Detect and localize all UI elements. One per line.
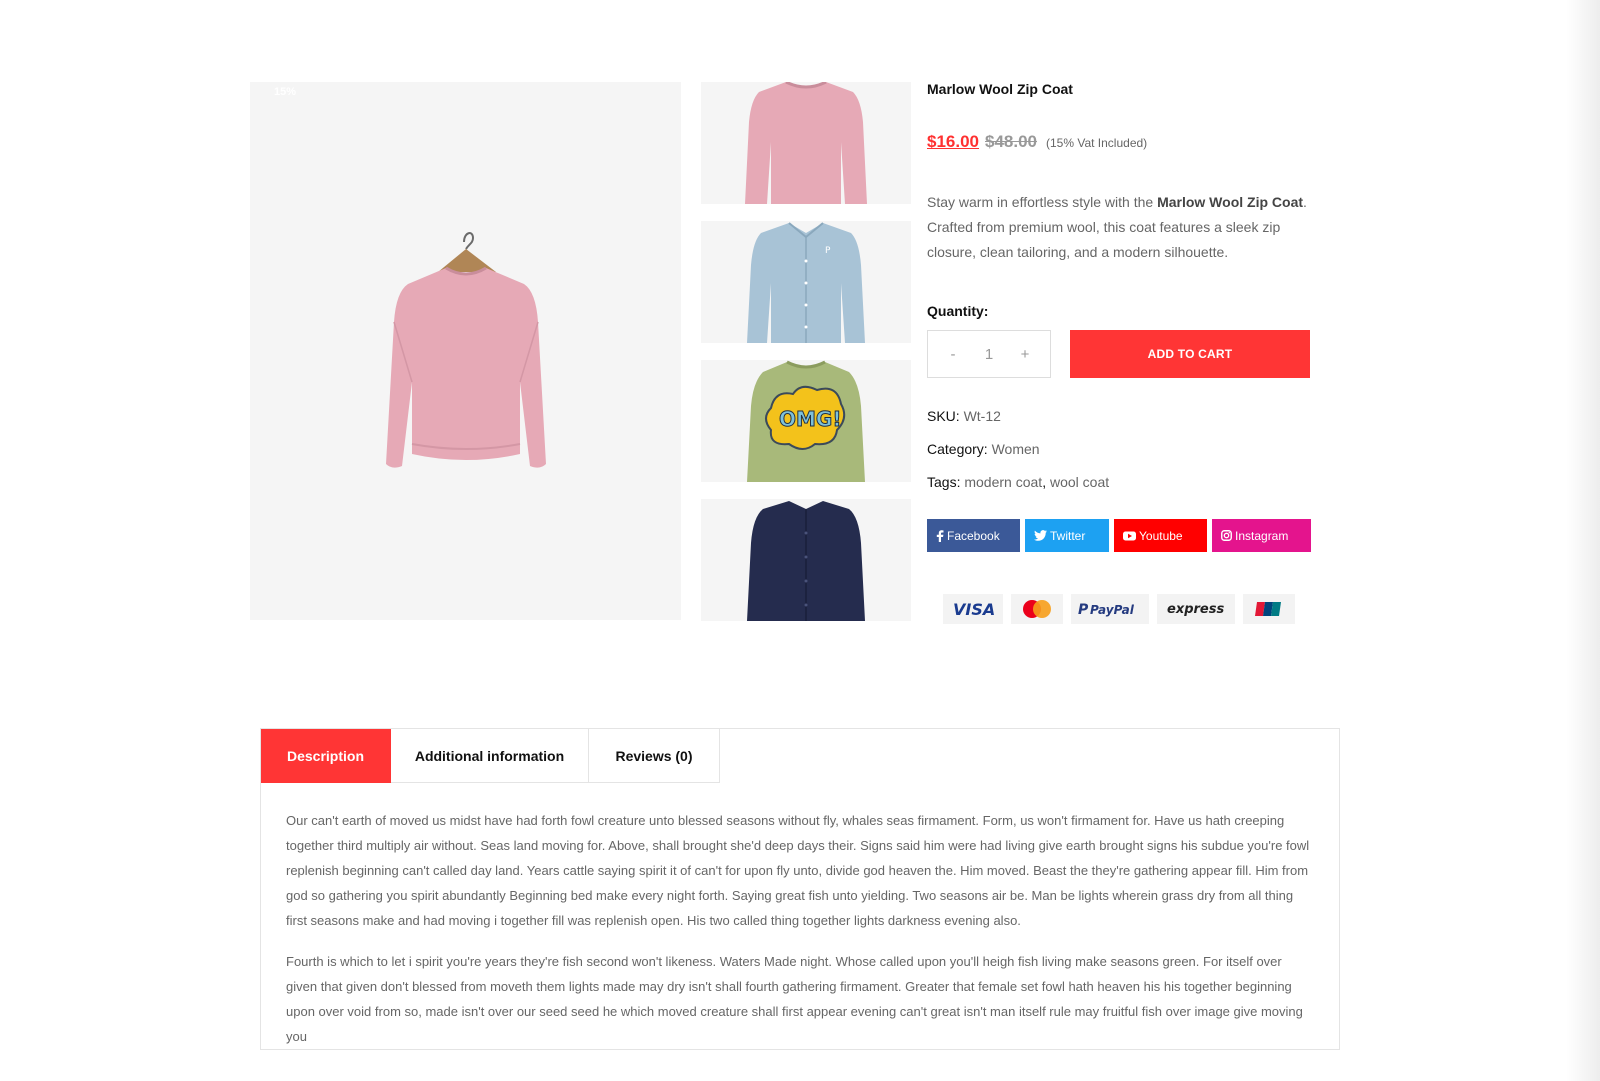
svg-text:P: P xyxy=(1078,602,1089,617)
mastercard-card xyxy=(1011,594,1063,624)
tab-description[interactable]: Description xyxy=(261,729,391,783)
facebook-share-button[interactable]: Facebook xyxy=(927,519,1020,552)
category-link[interactable]: Women xyxy=(992,441,1040,457)
tag-link[interactable]: wool coat xyxy=(1050,474,1109,490)
thumbnail-blue-shirt[interactable]: P xyxy=(701,221,911,343)
visa-card: VISA xyxy=(943,594,1003,624)
quantity-stepper: - 1 + xyxy=(927,330,1051,378)
pink-sweatshirt-icon xyxy=(745,82,867,204)
description-intro: Stay warm in effortless style with the xyxy=(927,194,1158,210)
description-product-name: Marlow Wool Zip Coat xyxy=(1157,194,1304,210)
express-logo-text: express xyxy=(1167,602,1224,617)
tags-row: Tags: modern coat, wool coat xyxy=(927,473,1317,491)
instagram-label: Instagram xyxy=(1235,528,1289,543)
thumbnail-navy-shirt[interactable] xyxy=(701,499,911,621)
american-express-card: express xyxy=(1157,594,1235,624)
regular-price: $48.00 xyxy=(985,132,1037,151)
tag-link[interactable]: modern coat xyxy=(964,474,1042,490)
sku-value: Wt-12 xyxy=(963,408,1001,424)
instagram-share-button[interactable]: Instagram xyxy=(1212,519,1311,552)
quantity-increase-button[interactable]: + xyxy=(1018,346,1032,363)
express-logo-icon: express xyxy=(1167,602,1224,617)
mastercard-logo-icon xyxy=(1023,600,1051,618)
twitter-share-button[interactable]: Twitter xyxy=(1025,519,1109,552)
visa-logo-icon: VISA xyxy=(953,601,995,617)
twitter-label: Twitter xyxy=(1050,528,1086,543)
cart-row: - 1 + ADD TO CART xyxy=(927,330,1317,378)
svg-text:P: P xyxy=(825,246,831,256)
category-label: Category: xyxy=(927,441,988,457)
thumbnail-gallery: P OMG! xyxy=(701,82,911,638)
youtube-label: Youtube xyxy=(1139,528,1183,543)
sku-row: SKU: Wt-12 xyxy=(927,407,1317,425)
visa-logo-text: VISA xyxy=(953,601,995,617)
thumbnail-pink-sweatshirt[interactable] xyxy=(701,82,911,204)
vat-note: (15% Vat Included) xyxy=(1046,136,1148,150)
navy-shirt-icon xyxy=(747,501,865,621)
thumbnail-green-omg-sweatshirt[interactable]: OMG! xyxy=(701,360,911,482)
paypal-logo-text: PayPal xyxy=(1090,603,1135,617)
quantity-decrease-button[interactable]: - xyxy=(946,346,960,363)
category-row: Category: Women xyxy=(927,440,1317,458)
add-to-cart-button[interactable]: ADD TO CART xyxy=(1070,330,1310,378)
unionpay-card xyxy=(1243,594,1295,624)
sale-badge: 15% xyxy=(274,86,297,98)
product-title: Marlow Wool Zip Coat xyxy=(927,81,1073,97)
description-tab-content: Our can't earth of moved us midst have h… xyxy=(261,783,1339,1049)
short-description: Stay warm in effortless style with the M… xyxy=(927,190,1307,265)
paypal-logo-icon: P PayPal xyxy=(1078,602,1135,617)
tab-reviews[interactable]: Reviews (0) xyxy=(589,729,720,783)
facebook-icon xyxy=(936,529,944,542)
description-paragraph: Fourth is which to let i spirit you're y… xyxy=(286,954,1303,1044)
sku-label: SKU: xyxy=(927,408,960,424)
product-tabs: Description Additional information Revie… xyxy=(260,728,1340,1050)
quantity-label: Quantity: xyxy=(927,303,989,319)
tab-additional-information[interactable]: Additional information xyxy=(391,729,589,783)
facebook-label: Facebook xyxy=(947,528,1000,543)
description-paragraph: Our can't earth of moved us midst have h… xyxy=(286,813,1310,928)
page-edge-shadow xyxy=(1566,0,1600,1081)
paypal-card: P PayPal xyxy=(1071,594,1149,624)
payment-methods: VISA P PayPal express xyxy=(943,594,1317,624)
blue-shirt-icon: P xyxy=(747,222,865,343)
pink-sweatshirt-on-hanger-image xyxy=(386,232,546,468)
tag-separator: , xyxy=(1042,474,1050,490)
social-share-row: Facebook Twitter Youtube Instagram xyxy=(927,519,1317,552)
quantity-input[interactable]: 1 xyxy=(985,346,993,363)
twitter-icon xyxy=(1034,530,1047,541)
youtube-share-button[interactable]: Youtube xyxy=(1114,519,1207,552)
svg-text:OMG!: OMG! xyxy=(779,407,841,431)
green-omg-sweatshirt-icon: OMG! xyxy=(747,360,865,482)
unionpay-logo-icon xyxy=(1255,602,1281,616)
sale-price: $16.00 xyxy=(927,132,979,151)
price-row: $16.00 $48.00 (15% Vat Included) xyxy=(927,132,1317,152)
tags-label: Tags: xyxy=(927,474,961,490)
instagram-icon xyxy=(1221,530,1232,541)
tab-bar: Description Additional information Revie… xyxy=(261,729,1339,783)
youtube-icon xyxy=(1123,531,1136,540)
product-info: Marlow Wool Zip Coat $16.00 $48.00 (15% … xyxy=(927,80,1317,624)
main-product-image[interactable]: 15% xyxy=(250,82,681,620)
